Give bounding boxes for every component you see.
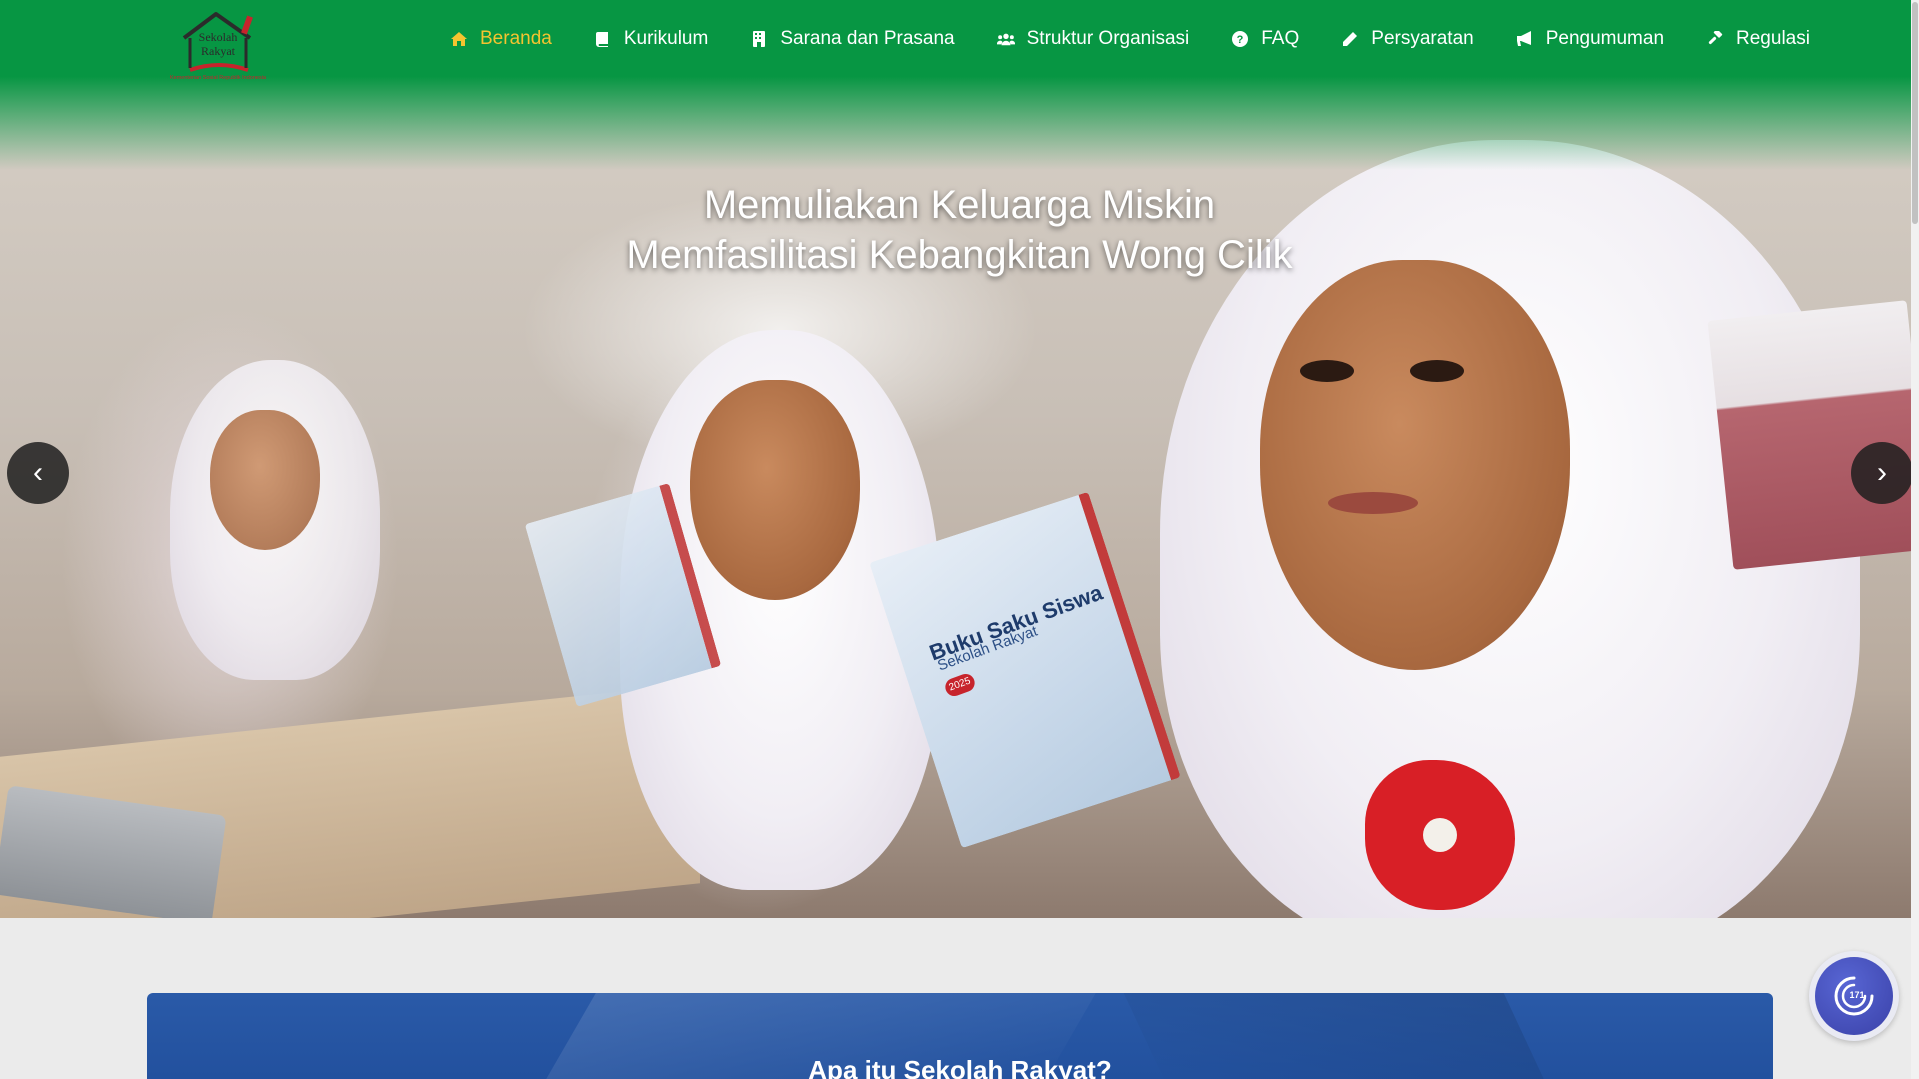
nav-item-regulasi[interactable]: Regulasi xyxy=(1706,28,1810,50)
student-middle-face xyxy=(690,380,860,600)
gavel-icon xyxy=(1706,30,1724,48)
nav-label: Sarana dan Prasana xyxy=(780,28,955,49)
accessibility-widget-button[interactable]: 171 xyxy=(1809,951,1899,1041)
student-eye-left xyxy=(1300,360,1354,382)
nav-label: Struktur Organisasi xyxy=(1026,28,1190,49)
nav-label: Persyaratan xyxy=(1371,28,1474,49)
logo-tagline: Kementerian Sosial Republik Indonesia xyxy=(170,75,267,81)
scrollbar-thumb[interactable] xyxy=(1912,2,1918,224)
nav-item-sarana[interactable]: Sarana dan Prasana xyxy=(750,28,955,50)
background-book xyxy=(1707,300,1919,570)
about-section-card: Apa itu Sekolah Rakyat? xyxy=(147,993,1773,1079)
student-right-face xyxy=(1260,260,1570,670)
users-icon xyxy=(996,30,1015,48)
carousel-prev-button[interactable]: ‹ xyxy=(7,442,69,504)
home-icon xyxy=(450,30,468,48)
nav-label: Pengumuman xyxy=(1545,28,1665,49)
logo-line1: Sekolah xyxy=(199,30,238,44)
page-scrollbar[interactable] xyxy=(1911,0,1919,1079)
widget-label: 171 xyxy=(1849,990,1864,1000)
nav-item-beranda[interactable]: Beranda xyxy=(450,28,552,50)
megaphone-icon xyxy=(1516,30,1534,48)
about-title: Apa itu Sekolah Rakyat? xyxy=(808,1055,1112,1079)
top-navbar: Sekolah Rakyat Kementerian Sosial Republ… xyxy=(0,0,1919,92)
student-eye-right xyxy=(1410,360,1464,382)
book-icon xyxy=(594,30,612,48)
sekolah-rakyat-logo: Sekolah Rakyat Kementerian Sosial Republ… xyxy=(170,12,267,81)
nav-item-persyaratan[interactable]: Persyaratan xyxy=(1341,28,1474,50)
student-lips xyxy=(1328,492,1418,514)
pencil-icon xyxy=(1341,30,1359,48)
student-left-face xyxy=(210,410,320,550)
nav-label: FAQ xyxy=(1261,28,1300,49)
carousel-next-button[interactable]: › xyxy=(1851,442,1913,504)
accessibility-icon: 171 xyxy=(1815,957,1893,1035)
nav-label: Kurikulum xyxy=(623,28,709,49)
main-nav: Beranda Kurikulum Sarana dan Prasana Str… xyxy=(450,28,1810,50)
logo-line2: Rakyat xyxy=(201,44,236,58)
nav-item-faq[interactable]: ? FAQ xyxy=(1231,28,1299,50)
site-logo[interactable]: Sekolah Rakyat Kementerian Sosial Republ… xyxy=(146,8,292,82)
nav-item-kurikulum[interactable]: Kurikulum xyxy=(594,28,708,50)
building-icon xyxy=(750,30,768,48)
hero-carousel: Buku Saku Siswa Sekolah Rakyat 2025 Memu… xyxy=(0,0,1919,918)
nav-label: Beranda xyxy=(480,28,552,49)
nav-item-struktur[interactable]: Struktur Organisasi xyxy=(996,28,1190,50)
nav-item-pengumuman[interactable]: Pengumuman xyxy=(1516,28,1664,50)
question-circle-icon: ? xyxy=(1231,30,1249,48)
nav-label: Regulasi xyxy=(1736,28,1810,49)
hero-title-line1: Memuliakan Keluarga Miskin xyxy=(703,183,1216,227)
svg-text:?: ? xyxy=(1237,34,1244,46)
hero-title-line2: Memfasilitasi Kebangkitan Wong Cilik xyxy=(626,233,1293,277)
